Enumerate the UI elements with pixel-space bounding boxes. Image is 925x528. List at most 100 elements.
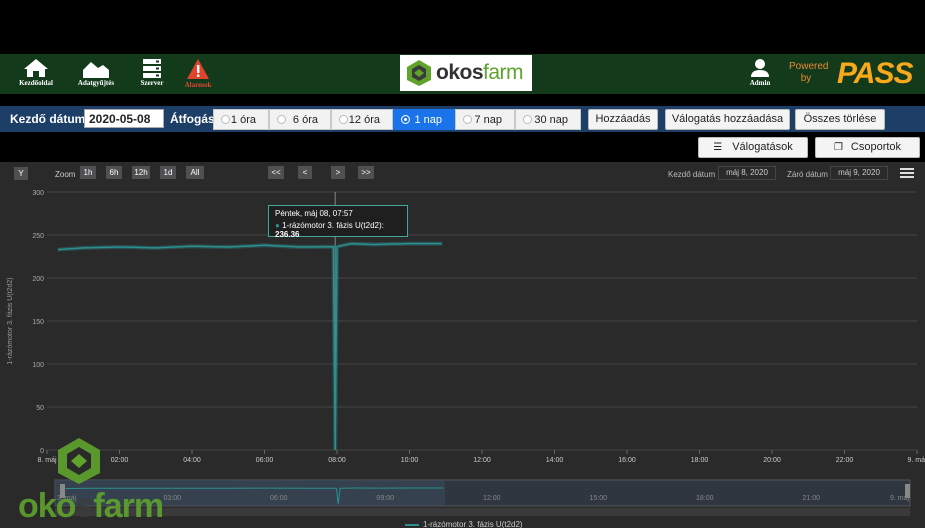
legend-line-icon	[405, 523, 419, 526]
tooltip-title: Péntek, máj 08, 07:57	[275, 209, 353, 218]
x-tick-label: 12:00	[473, 457, 491, 464]
radio-icon	[463, 115, 472, 124]
wm-part-c: farm	[93, 487, 164, 525]
powered-by-text: Powered by	[789, 61, 828, 85]
selections-button[interactable]: ☰ Válogatások	[698, 137, 808, 158]
legend-series-name: 1-rázómotor 3. fázis U(t2d2)	[423, 520, 523, 528]
radio-selected-icon	[401, 115, 410, 124]
x-tick-label: 18:00	[691, 457, 709, 464]
brand-name-dark: okos	[436, 61, 484, 84]
range-7-days[interactable]: 7 nap	[455, 109, 515, 130]
wm-part-b: s	[75, 487, 94, 525]
okosfarm-watermark: okosfarm	[18, 436, 164, 528]
radio-icon	[277, 115, 286, 124]
okosfarm-logo-icon	[407, 60, 431, 86]
x-tick-label: 10:00	[401, 457, 419, 464]
selections-label: Válogatások	[732, 141, 793, 153]
nav-home-label: Kezdőoldal	[19, 79, 53, 87]
okosfarm-watermark-text: okosfarm	[18, 487, 164, 526]
range-label: 30 nap	[534, 114, 568, 126]
range-label: 12 óra	[348, 114, 380, 126]
user-icon	[751, 59, 769, 77]
groups-button[interactable]: ❐ Csoportok	[815, 137, 920, 158]
range-6-hours[interactable]: 6 óra	[269, 109, 331, 130]
tooltip-value-row: ● 1-rázómotor 3. fázis U(t2d2): 236.36	[275, 221, 384, 239]
chart-legend[interactable]: 1-rázómotor 3. fázis U(t2d2)	[405, 520, 523, 528]
series-line-band	[57, 241, 443, 451]
nav-admin[interactable]: Admin	[738, 56, 782, 92]
y-tick-label: 150	[32, 319, 44, 326]
home-icon	[24, 59, 48, 77]
brand-logo: okosfarm	[400, 55, 532, 91]
list-icon: ☰	[713, 142, 723, 153]
area-chart-icon	[83, 62, 109, 78]
y-tick-label: 50	[36, 405, 44, 412]
nav-alarms[interactable]: Alarmok	[176, 56, 220, 92]
clear-all-button[interactable]: Összes törlése	[795, 109, 885, 130]
radio-icon	[523, 115, 532, 124]
navigator-tick-label: 15:00	[590, 495, 608, 502]
y-tick-labels: 050100150200250300	[32, 190, 44, 455]
y-tick-label: 250	[32, 233, 44, 240]
overview-label: Átfogás:	[170, 112, 219, 126]
x-tick-label: 16:00	[618, 457, 636, 464]
navigator[interactable]: 3. máj 03:00 06:00 09:00 12:00 15:00 18:00 21:0…	[54, 479, 911, 516]
y-tick-label: 200	[32, 276, 44, 283]
pass-logo-text: PASS	[837, 57, 913, 90]
start-date-input[interactable]: 2020-05-08	[84, 109, 164, 128]
grid-lines	[46, 191, 918, 454]
range-1-day[interactable]: 1 nap	[393, 109, 455, 130]
range-1-hour[interactable]: 1 óra	[213, 109, 269, 130]
tooltip-value: 236.36	[275, 230, 300, 239]
radio-icon	[339, 115, 348, 124]
nav-data-collection[interactable]: Adatgyűjtés	[74, 56, 118, 92]
warning-icon	[187, 59, 209, 79]
add-button[interactable]: Hozzáadás	[588, 109, 658, 130]
navigator-tick-label: 03:00	[164, 495, 182, 502]
navigator-tick-label: 06:00	[270, 495, 288, 502]
x-tick-label: 22:00	[836, 457, 854, 464]
x-tick-label: 20:00	[763, 457, 781, 464]
series-line	[57, 242, 443, 451]
series-lines	[57, 241, 443, 451]
x-tick-labels: 8. máj 02:00 04:00 06:00 08:00 10:00 12:00 14:0…	[37, 457, 925, 464]
navigator-tick-label: 09:00	[377, 495, 395, 502]
copy-icon: ❐	[833, 142, 843, 153]
navigator-tick-label: 12:00	[483, 495, 501, 502]
chart-svg: 050100150200250300 8. máj 02:00 04:00 06:00…	[7, 190, 925, 516]
x-tick-label: 14:00	[546, 457, 564, 464]
nav-admin-label: Admin	[749, 79, 771, 87]
navigator-scrollbar	[55, 508, 910, 516]
navigator-tick-label: 21:00	[803, 495, 821, 502]
okosfarm-watermark-icon	[58, 438, 100, 484]
powered-by-logo: Powered by PASS	[789, 57, 925, 91]
range-30-days[interactable]: 30 nap	[515, 109, 581, 130]
y-axis-label: 1-rázómotor 3. fázis U(t2d2)	[7, 277, 14, 364]
start-date-label: Kezdő dátum:	[10, 112, 90, 126]
y-tick-label: 300	[32, 190, 44, 197]
brand-name: okosfarm	[436, 61, 524, 85]
tooltip-series-name: 1-rázómotor 3. fázis U(t2d2)	[282, 221, 382, 230]
app-root: Kezdőoldal Adatgyűjtés Szerver Alarmok A…	[0, 0, 925, 528]
server-icon	[143, 59, 161, 78]
navigator-tick-label: 18:00	[696, 495, 714, 502]
nav-home[interactable]: Kezdőoldal	[14, 56, 58, 92]
x-tick-label: 08:00	[328, 457, 346, 464]
groups-label: Csoportok	[850, 141, 902, 153]
nav-server[interactable]: Szerver	[130, 56, 174, 92]
x-tick-label: 04:00	[183, 457, 201, 464]
y-tick-label: 100	[32, 362, 44, 369]
add-selection-button[interactable]: Válogatás hozzáadása	[665, 109, 790, 130]
x-tick-label: 06:00	[256, 457, 274, 464]
series-bullet-icon: ●	[275, 221, 280, 230]
by-text: by	[800, 73, 812, 84]
x-tick-label: 9. máj	[907, 457, 925, 464]
range-label: 1 óra	[230, 114, 256, 126]
filter-bar: Kezdő dátum: 2020-05-08 Átfogás: 1 óra 6…	[0, 106, 925, 132]
range-12-hours[interactable]: 12 óra	[331, 109, 393, 130]
navigator-handle-right	[905, 484, 910, 498]
range-label: 6 óra	[292, 114, 318, 126]
radio-icon	[221, 115, 230, 124]
nav-alarms-label: Alarmok	[184, 81, 212, 89]
powered-text: Powered	[789, 61, 829, 72]
